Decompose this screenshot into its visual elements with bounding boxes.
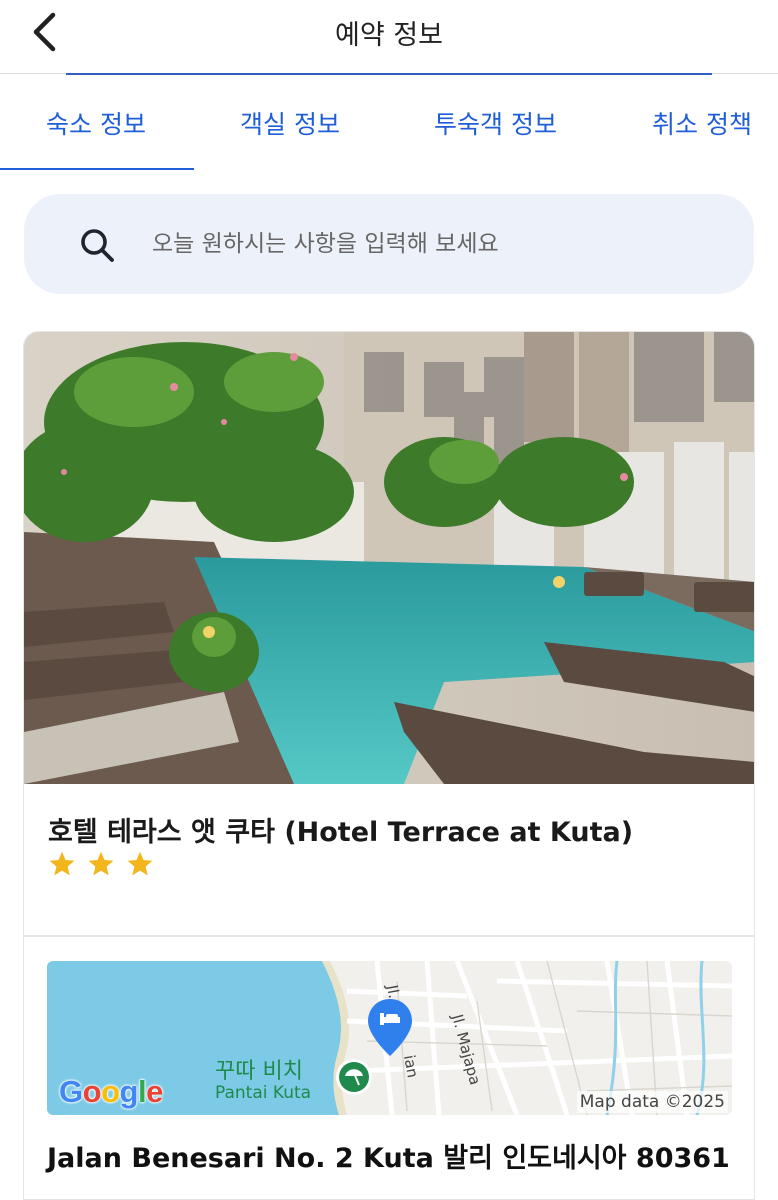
hotel-card: 호텔 테라스 앳 쿠타 (Hotel Terrace at Kuta) Jl. … (23, 331, 755, 1200)
location-map[interactable]: Jl. ian Jl. Majapa 꾸따 비치 Pantai Kuta Goo… (47, 961, 732, 1115)
search-bar[interactable] (24, 194, 754, 294)
map-poi-label-en: Pantai Kuta (215, 1083, 312, 1103)
app-header: 예약 정보 (0, 0, 778, 74)
hotel-address: Jalan Benesari No. 2 Kuta 발리 인도네시아 80361 (47, 1143, 730, 1174)
star-icon (88, 851, 114, 876)
star-icon (49, 851, 75, 876)
search-input[interactable] (152, 219, 712, 269)
star-rating (48, 850, 154, 878)
section-divider (24, 935, 754, 937)
tab-property-info[interactable]: 숙소 정보 (46, 105, 146, 141)
hotel-photo[interactable] (24, 332, 755, 784)
page-title: 예약 정보 (335, 20, 443, 51)
map-attribution: Map data ©2025 (576, 1091, 728, 1113)
google-logo: Google (59, 1074, 163, 1109)
search-icon (81, 229, 114, 262)
hotel-name: 호텔 테라스 앳 쿠타 (Hotel Terrace at Kuta) (48, 817, 634, 848)
tab-room-info[interactable]: 객실 정보 (240, 105, 340, 141)
tab-cancel-policy[interactable]: 취소 정책 (652, 105, 752, 141)
tab-guest-info[interactable]: 투숙객 정보 (434, 105, 557, 141)
tab-bar: 숙소 정보 객실 정보 투숙객 정보 취소 정책 (0, 75, 778, 171)
star-icon (127, 851, 153, 876)
map-poi-label-ko: 꾸따 비치 (215, 1059, 303, 1084)
beach-poi-icon (336, 1059, 372, 1095)
active-tab-indicator (0, 168, 194, 170)
